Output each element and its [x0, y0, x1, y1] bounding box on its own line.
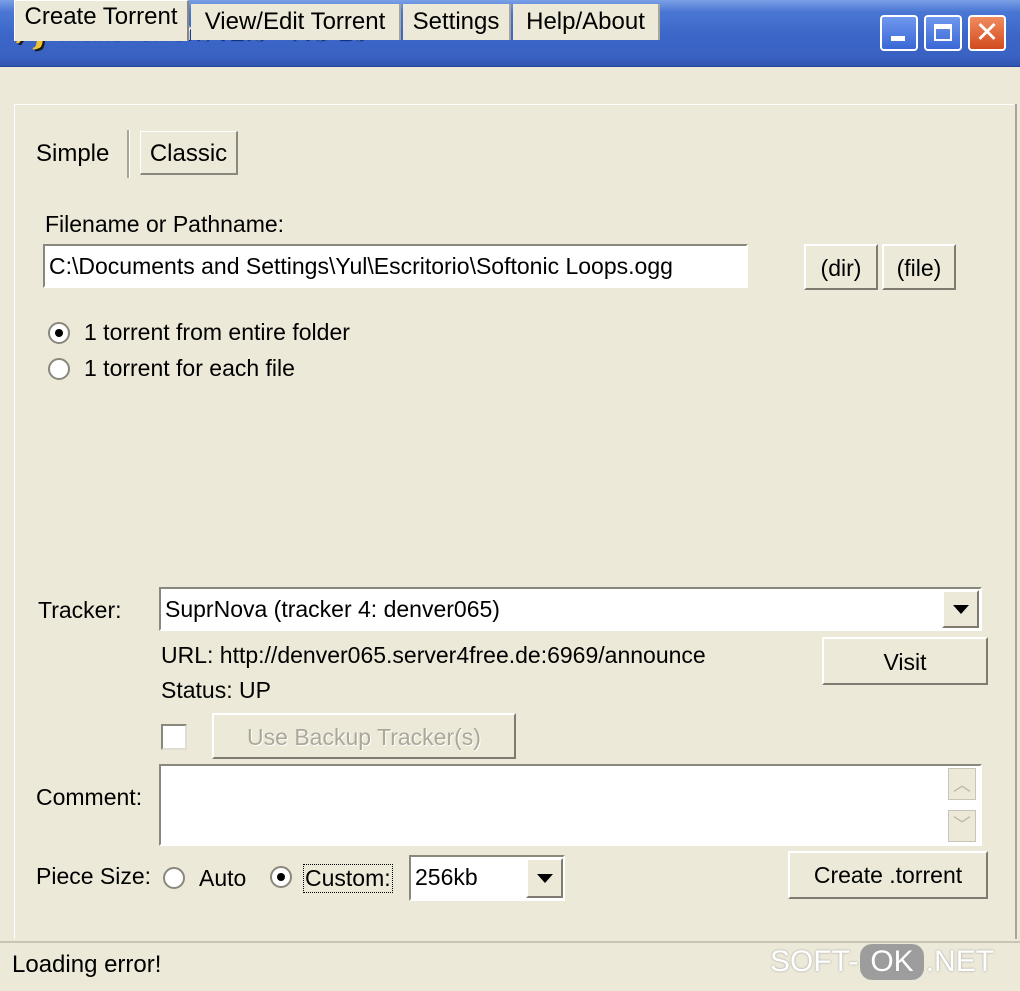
- entire-folder-label: 1 torrent from entire folder: [84, 319, 350, 345]
- tab-settings[interactable]: Settings: [403, 4, 511, 40]
- minimize-button[interactable]: [880, 15, 918, 51]
- watermark-left: SOFT-: [770, 945, 859, 978]
- watermark-right: .NET: [925, 945, 995, 978]
- scroll-up-icon: ︿: [953, 775, 971, 795]
- filename-label: Filename or Pathname:: [45, 211, 285, 237]
- tab-view-edit-torrent[interactable]: View/Edit Torrent: [191, 4, 401, 40]
- piece-size-auto-radio[interactable]: [163, 867, 185, 889]
- piece-size-auto-label: Auto: [199, 865, 247, 891]
- minimize-icon: [891, 36, 905, 41]
- tracker-status: Status: UP: [161, 677, 271, 703]
- piece-size-label: Piece Size:: [36, 863, 152, 889]
- create-torrent-button[interactable]: Create .torrent: [788, 851, 988, 899]
- tracker-url: URL: http://denver065.server4free.de:696…: [161, 642, 706, 668]
- filename-input[interactable]: C:\Documents and Settings\Yul\Escritorio…: [43, 244, 748, 288]
- each-file-radio[interactable]: [48, 358, 70, 380]
- radio-selected-dot: [277, 873, 285, 881]
- comment-scroll-down[interactable]: ﹀: [948, 810, 976, 842]
- tracker-select[interactable]: SuprNova (tracker 4: denver065): [159, 587, 982, 631]
- visit-button[interactable]: Visit: [822, 637, 988, 685]
- use-backup-tracker-button[interactable]: Use Backup Tracker(s): [212, 713, 516, 759]
- radio-selected-dot: [55, 329, 63, 337]
- scroll-down-icon: ﹀: [953, 815, 971, 835]
- chevron-down-icon: [536, 874, 553, 883]
- maximize-icon: [934, 24, 952, 41]
- dir-button[interactable]: (dir): [804, 244, 878, 290]
- file-button[interactable]: (file): [882, 244, 956, 290]
- close-button[interactable]: ✕: [968, 15, 1006, 51]
- piece-size-custom-label: Custom:: [303, 864, 393, 893]
- tab-simple[interactable]: Simple: [36, 140, 109, 168]
- piece-size-dropdown-button[interactable]: [526, 858, 563, 898]
- comment-label: Comment:: [36, 784, 143, 810]
- each-file-label: 1 torrent for each file: [84, 355, 295, 381]
- watermark: SOFT- OK .NET: [770, 944, 994, 980]
- chevron-down-icon: [952, 605, 969, 614]
- tab-classic[interactable]: Classic: [140, 131, 238, 175]
- maximize-button[interactable]: [924, 15, 962, 51]
- tab-help-about[interactable]: Help/About: [513, 4, 660, 40]
- piece-size-custom-radio[interactable]: [270, 866, 292, 888]
- close-icon: ✕: [974, 15, 1000, 49]
- tab-create-torrent[interactable]: Create Torrent: [14, 0, 189, 41]
- tracker-label: Tracker:: [38, 597, 122, 621]
- maketorrent-window: 7f MakeTorrent v2.0 - RC 1c ✕ Create Tor…: [0, 0, 1020, 989]
- watermark-box: OK: [860, 944, 924, 980]
- backup-tracker-checkbox[interactable]: [161, 724, 187, 750]
- mode-tab-divider: [127, 130, 130, 178]
- entire-folder-radio[interactable]: [48, 322, 70, 344]
- tracker-dropdown-button[interactable]: [942, 590, 979, 628]
- status-text: Loading error!: [12, 951, 162, 978]
- comment-textarea[interactable]: [159, 764, 982, 846]
- comment-scroll-up[interactable]: ︿: [948, 768, 976, 800]
